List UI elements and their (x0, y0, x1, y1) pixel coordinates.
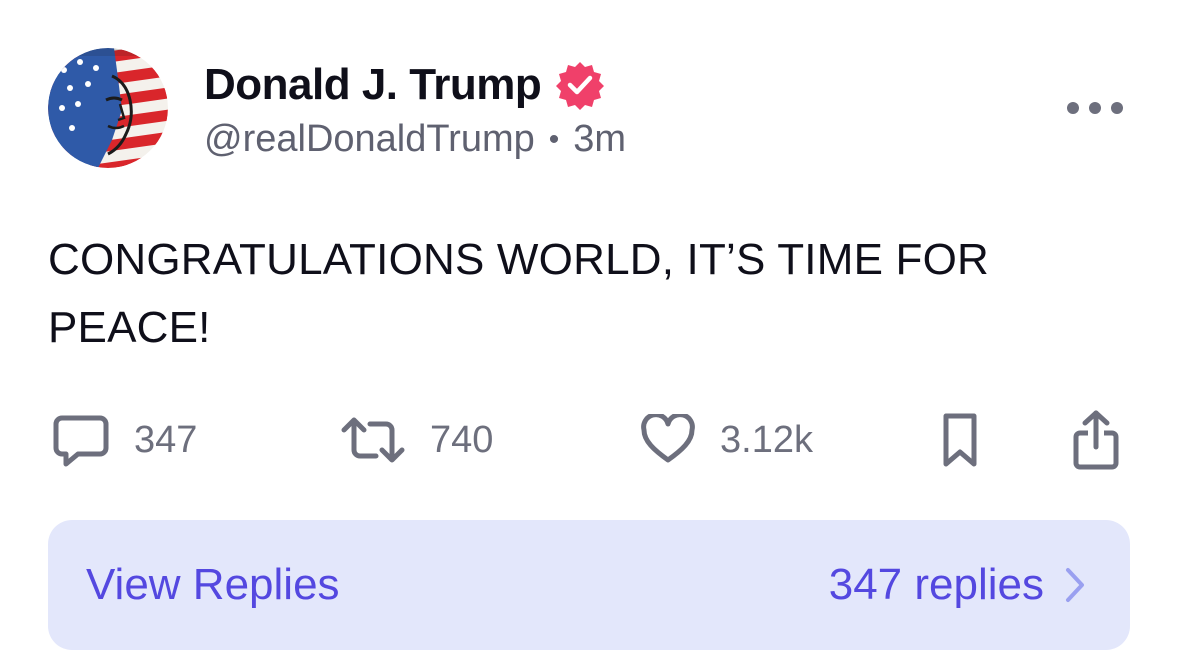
post-text: CONGRATULATIONS WORLD, IT’S TIME FOR PEA… (48, 235, 990, 352)
view-replies-button[interactable]: View Replies 347 replies (48, 520, 1130, 650)
more-options-button[interactable] (1067, 96, 1123, 120)
more-dot (1089, 102, 1101, 114)
more-dot (1111, 102, 1123, 114)
verified-badge-icon (556, 62, 605, 110)
replies-count: 347 replies (828, 560, 1044, 609)
share-icon (1073, 410, 1119, 470)
post-card: Donald J. Trump @realDonaldTrump • 3m CO… (0, 0, 1179, 659)
replies-count-wrap: 347 replies (829, 560, 1086, 610)
avatar-image (48, 48, 168, 168)
chevron-right-icon (1066, 568, 1084, 602)
author-handle[interactable]: @realDonaldTrump (204, 118, 535, 161)
separator-dot: • (548, 122, 560, 156)
handle-row: @realDonaldTrump • 3m (204, 118, 626, 161)
bookmark-icon (943, 413, 977, 467)
heart-icon (641, 414, 695, 463)
reply-count: 347 (134, 418, 198, 461)
share-button[interactable] (1070, 408, 1122, 472)
repost-arrows-icon (341, 417, 405, 463)
like-count: 3.12k (720, 418, 813, 461)
more-horizontal-icon (1067, 102, 1079, 114)
avatar[interactable] (48, 48, 168, 168)
action-bar: 347 740 3.12k (48, 408, 1128, 472)
author-row: Donald J. Trump (204, 58, 605, 112)
repost-button[interactable]: 740 (340, 408, 493, 472)
post-time: 3m (573, 118, 627, 160)
comment-bubble-icon (53, 415, 109, 467)
bookmark-button[interactable] (938, 408, 982, 472)
like-button[interactable]: 3.12k (640, 408, 813, 472)
reply-button[interactable]: 347 (52, 408, 197, 472)
author-name[interactable]: Donald J. Trump (204, 60, 542, 110)
repost-count: 740 (430, 418, 494, 461)
view-replies-label: View Replies (86, 560, 340, 609)
